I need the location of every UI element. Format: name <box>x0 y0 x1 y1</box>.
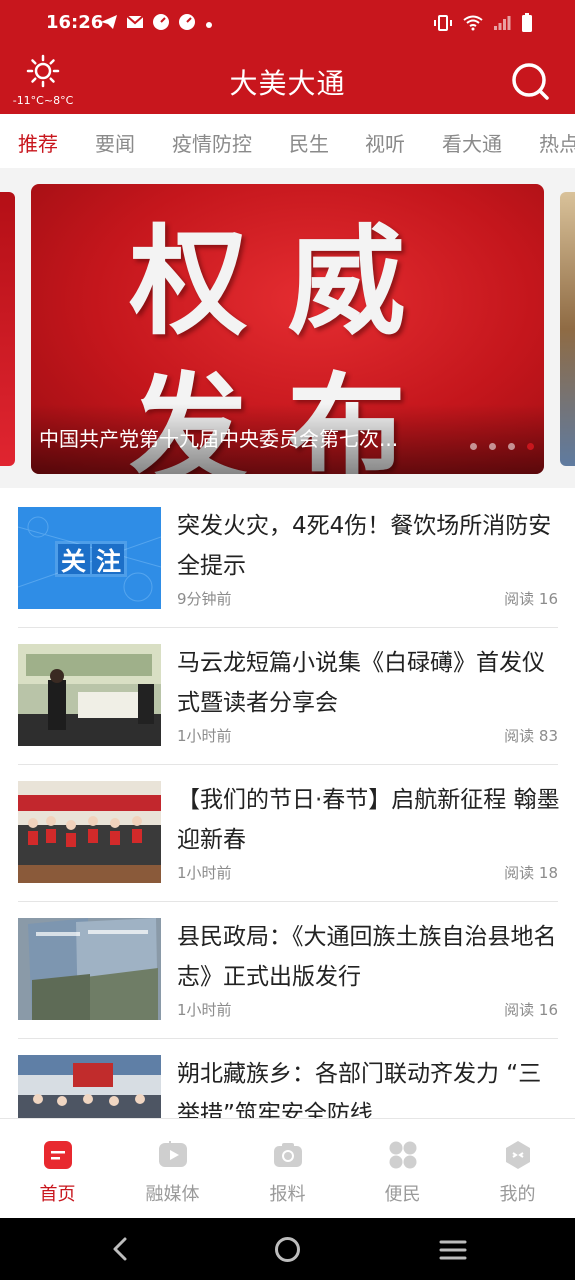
back-icon <box>113 1237 127 1261</box>
nav-report-label: 报料 <box>269 1184 306 1205</box>
nav-media[interactable]: 融媒体 <box>115 1119 230 1219</box>
news-time: 1小时前 <box>177 727 232 745</box>
home-icon <box>44 1141 72 1169</box>
nav-home[interactable]: 首页 <box>0 1119 115 1219</box>
speedometer-icon <box>178 13 196 35</box>
news-read-count: 阅读 16 <box>504 590 558 608</box>
news-read-count: 阅读 18 <box>504 864 558 882</box>
tab-audio-video[interactable]: 视听 <box>365 128 405 157</box>
news-title: 县民政局：《大通回族土族自治县地名志》正式出版发行 <box>177 924 557 990</box>
news-item[interactable]: 朔北藏族乡：各部门联动齐发力 “三举措”筑牢安全防线 <box>18 1038 558 1118</box>
app-header: -11°C~8°C 大美大通 <box>0 46 575 114</box>
news-title: 【我们的节日·春节】启航新征程 翰墨迎新春 <box>177 787 560 853</box>
tab-headlines[interactable]: 要闻 <box>95 128 135 157</box>
news-title: 突发火灾，4死4伤！餐饮场所消防安全提示 <box>177 513 552 579</box>
carousel-dots <box>470 443 534 450</box>
news-title: 马云龙短篇小说集《白碌礡》首发仪式暨读者分享会 <box>177 650 545 716</box>
news-item[interactable]: 马云龙短篇小说集《白碌礡》首发仪式暨读者分享会 1小时前 阅读 83 <box>18 627 558 765</box>
wifi-icon <box>463 15 483 35</box>
news-time: 1小时前 <box>177 1001 232 1019</box>
news-read-count: 阅读 83 <box>504 727 558 745</box>
home-button[interactable] <box>274 1236 301 1267</box>
status-time: 16:26 <box>46 12 104 33</box>
vibrate-icon <box>433 15 453 35</box>
news-thumbnail <box>18 1055 161 1118</box>
menu-lines-icon <box>439 1240 467 1260</box>
battery-icon <box>521 13 533 37</box>
category-tabs: 推荐 要闻 疫情防控 民生 视听 看大通 热点 <box>0 114 575 169</box>
tab-epidemic[interactable]: 疫情防控 <box>172 128 252 157</box>
banner-headline-line1: 权威 <box>129 212 446 351</box>
nav-services[interactable]: 便民 <box>345 1119 460 1219</box>
profile-icon <box>504 1141 532 1169</box>
tab-livelihood[interactable]: 民生 <box>289 128 329 157</box>
tab-datong[interactable]: 看大通 <box>442 128 502 157</box>
status-bar: 16:26 <box>0 0 575 46</box>
news-time: 1小时前 <box>177 864 232 882</box>
news-title: 朔北藏族乡：各部门联动齐发力 “三举措”筑牢安全防线 <box>177 1061 542 1118</box>
news-time: 9分钟前 <box>177 590 232 608</box>
news-item[interactable]: 关注 突发火灾，4死4伤！餐饮场所消防安全提示 9分钟前 阅读 16 <box>18 490 558 628</box>
dot-icon <box>204 15 214 34</box>
grid-icon <box>389 1141 417 1169</box>
mail-icon <box>126 14 144 34</box>
bottom-navigation: 首页 融媒体 报料 便民 我的 <box>0 1118 575 1219</box>
home-circle-icon <box>275 1237 300 1262</box>
news-item[interactable]: 县民政局：《大通回族土族自治县地名志》正式出版发行 1小时前 阅读 16 <box>18 901 558 1039</box>
nav-mine[interactable]: 我的 <box>460 1119 575 1219</box>
signal-icon <box>493 15 511 35</box>
search-button[interactable] <box>511 62 551 102</box>
telegram-icon <box>100 14 118 34</box>
tab-hot[interactable]: 热点 <box>539 128 575 157</box>
back-button[interactable] <box>108 1236 134 1266</box>
carousel-dot[interactable] <box>470 443 477 450</box>
previous-slide-peek[interactable] <box>0 192 15 466</box>
nav-services-label: 便民 <box>384 1184 421 1205</box>
next-slide-peek[interactable] <box>560 192 575 466</box>
carousel-dot-active[interactable] <box>527 443 534 450</box>
thumbnail-label: 关注 <box>61 547 132 576</box>
nav-report[interactable]: 报料 <box>230 1119 345 1219</box>
media-play-icon <box>159 1141 187 1169</box>
news-thumbnail <box>18 781 161 883</box>
nav-mine-label: 我的 <box>499 1184 536 1205</box>
news-thumbnail <box>18 918 161 1020</box>
system-status-icons <box>433 13 533 37</box>
banner-slide[interactable]: 权威 发布 中国共产党第十九届中央委员会第七次... <box>31 184 544 474</box>
speedometer-icon <box>152 13 170 35</box>
recent-apps-button[interactable] <box>439 1238 467 1266</box>
notification-icons <box>100 13 214 35</box>
carousel-dot[interactable] <box>508 443 515 450</box>
carousel-dot[interactable] <box>489 443 496 450</box>
news-read-count: 阅读 16 <box>504 1001 558 1019</box>
news-thumbnail <box>18 644 161 746</box>
news-thumbnail: 关注 <box>18 507 161 609</box>
banner-carousel[interactable]: 权威 发布 中国共产党第十九届中央委员会第七次... <box>0 168 575 488</box>
nav-home-label: 首页 <box>39 1184 76 1205</box>
banner-caption: 中国共产党第十九届中央委员会第七次... <box>39 427 399 451</box>
app-title: 大美大通 <box>229 67 346 100</box>
camera-icon <box>274 1141 302 1169</box>
tab-recommend[interactable]: 推荐 <box>18 128 58 157</box>
search-icon <box>511 63 551 106</box>
nav-media-label: 融媒体 <box>145 1184 200 1205</box>
news-item[interactable]: 【我们的节日·春节】启航新征程 翰墨迎新春 1小时前 阅读 18 <box>18 764 560 902</box>
system-navigation-bar <box>0 1218 575 1280</box>
